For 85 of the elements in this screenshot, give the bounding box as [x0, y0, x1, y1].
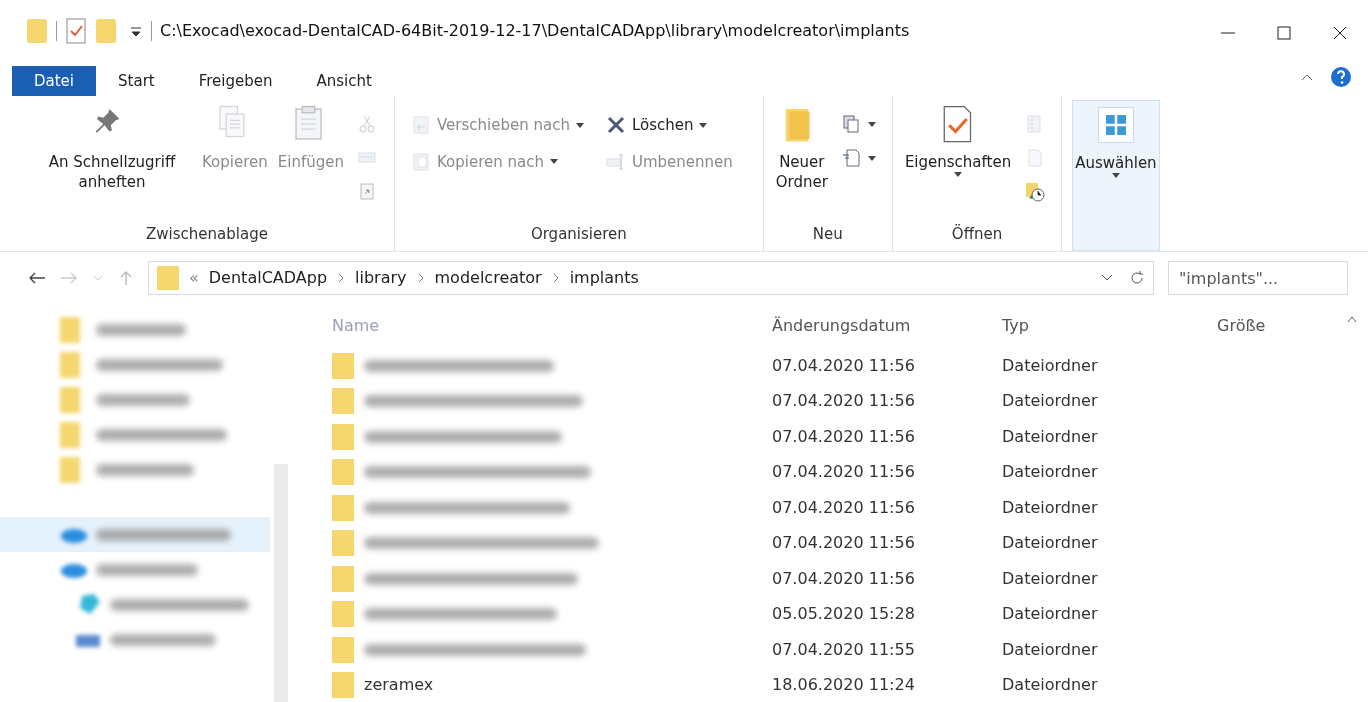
column-header[interactable]: Typ — [1002, 314, 1217, 338]
column-header[interactable]: Änderungsdatum — [772, 314, 1002, 338]
folder-icon[interactable] — [95, 17, 117, 45]
file-menu-tab[interactable]: Datei — [12, 65, 97, 96]
folder-icon — [332, 493, 354, 522]
back-arrow-icon[interactable] — [28, 271, 46, 285]
date-cell-text: 07.04.2020 11:56 — [772, 425, 916, 448]
chevron-icon[interactable] — [551, 273, 560, 283]
folder-icon — [332, 422, 354, 451]
help-icon[interactable] — [1330, 66, 1352, 88]
folder-icon — [332, 351, 354, 380]
copy-icon — [410, 151, 431, 172]
x-icon — [605, 115, 626, 136]
breadcrumb[interactable]: implants — [569, 266, 639, 290]
date-cell-text: 18.06.2020 11:24 — [772, 674, 916, 697]
type-cell-text: Dateiordner — [1002, 461, 1099, 484]
move-icon — [410, 115, 431, 136]
recent-locations-icon[interactable] — [92, 273, 104, 283]
folder-icon — [332, 564, 354, 593]
dropdown-icon[interactable] — [1101, 274, 1113, 282]
group-label: Öffnen — [950, 223, 1004, 245]
breadcrumb[interactable]: DentalCADApp — [208, 266, 328, 290]
ribbon-button[interactable]: Eigenschaften — [902, 100, 1014, 182]
grid-icon — [1095, 105, 1136, 145]
search-field[interactable]: "implants"... — [1168, 261, 1348, 295]
breadcrumb[interactable]: library — [355, 266, 407, 290]
group-label: Neu — [811, 223, 844, 245]
date-cell-text: 07.04.2020 11:56 — [772, 461, 916, 484]
type-cell-text: Dateiordner — [1002, 496, 1099, 519]
collapse-ribbon-icon[interactable] — [1300, 72, 1314, 82]
document-icon — [841, 148, 862, 168]
date-cell-text: 07.04.2020 11:55 — [772, 638, 916, 661]
checked-document-icon[interactable] — [65, 18, 87, 44]
date-cell-text: 07.04.2020 11:56 — [772, 354, 916, 377]
folder-icon — [332, 529, 354, 558]
dropdown-icon[interactable] — [129, 24, 143, 38]
date-cell-text: 07.04.2020 11:56 — [772, 532, 916, 555]
type-cell-text: Dateiordner — [1002, 532, 1099, 555]
type-cell-text: Dateiordner — [1002, 674, 1099, 697]
date-cell-text: 07.04.2020 11:56 — [772, 567, 916, 590]
chevron-icon[interactable] — [337, 273, 346, 283]
breadcrumb[interactable]: modelcreator — [434, 266, 542, 290]
folder-icon — [157, 265, 179, 291]
minimize-icon — [1221, 31, 1235, 34]
type-cell-text: Dateiordner — [1002, 425, 1099, 448]
folder-icon — [332, 387, 354, 416]
folder-icon — [332, 671, 354, 700]
type-cell-text: Dateiordner — [1002, 390, 1099, 413]
date-cell-text: 05.05.2020 15:28 — [772, 603, 916, 626]
type-cell-text: Dateiordner — [1002, 603, 1099, 626]
group-label: Organisieren — [529, 223, 628, 245]
folder-icon[interactable] — [26, 17, 48, 45]
maximize-icon — [1276, 24, 1292, 41]
refresh-icon[interactable] — [1129, 270, 1145, 286]
folder-icon — [332, 600, 354, 629]
ribbon-button[interactable]: Neuer Ordner — [773, 100, 830, 197]
up-arrow-icon[interactable] — [118, 270, 134, 286]
folder-icon — [332, 635, 354, 664]
type-cell-text: Dateiordner — [1002, 567, 1099, 590]
scroll-up-icon[interactable] — [1346, 314, 1358, 324]
type-cell-text: Dateiordner — [1002, 638, 1099, 661]
group-label: Zwischenablage — [145, 223, 269, 245]
sidebar-item[interactable] — [0, 517, 270, 552]
ribbon-tab[interactable]: Start — [96, 65, 177, 96]
window-title: C:\Exocad\exocad-DentalCAD-64Bit-2019-12-17\DentalCADApp\library\modelcreator\implants — [160, 20, 910, 42]
date-cell-text: 07.04.2020 11:56 — [772, 390, 916, 413]
file-name[interactable]: zeramex — [364, 673, 434, 698]
close-icon — [1332, 24, 1348, 41]
address-bar[interactable]: « DentalCADApp library modelcreator implants — [148, 261, 1154, 295]
date-cell-text: 07.04.2020 11:56 — [772, 496, 916, 519]
type-cell-text: Dateiordner — [1002, 354, 1099, 377]
ribbon-button[interactable]: Löschen — [599, 110, 753, 141]
ribbon-button[interactable]: Auswählen — [1072, 100, 1160, 251]
folder-icon — [332, 458, 354, 487]
overflow-chevron[interactable]: « — [189, 266, 199, 290]
column-header[interactable]: Größe — [1217, 314, 1357, 338]
new-item-icon — [841, 114, 862, 134]
forward-arrow-icon[interactable] — [60, 271, 78, 285]
chevron-icon[interactable] — [416, 273, 425, 283]
history-icon — [1025, 182, 1046, 202]
rename-icon — [605, 151, 626, 172]
ribbon-tab[interactable]: Freigeben — [176, 65, 295, 96]
ribbon-button[interactable]: An Schnellzugriff anheften — [30, 100, 194, 197]
ribbon-tab[interactable]: Ansicht — [294, 65, 394, 96]
scissors-icon — [357, 114, 378, 134]
